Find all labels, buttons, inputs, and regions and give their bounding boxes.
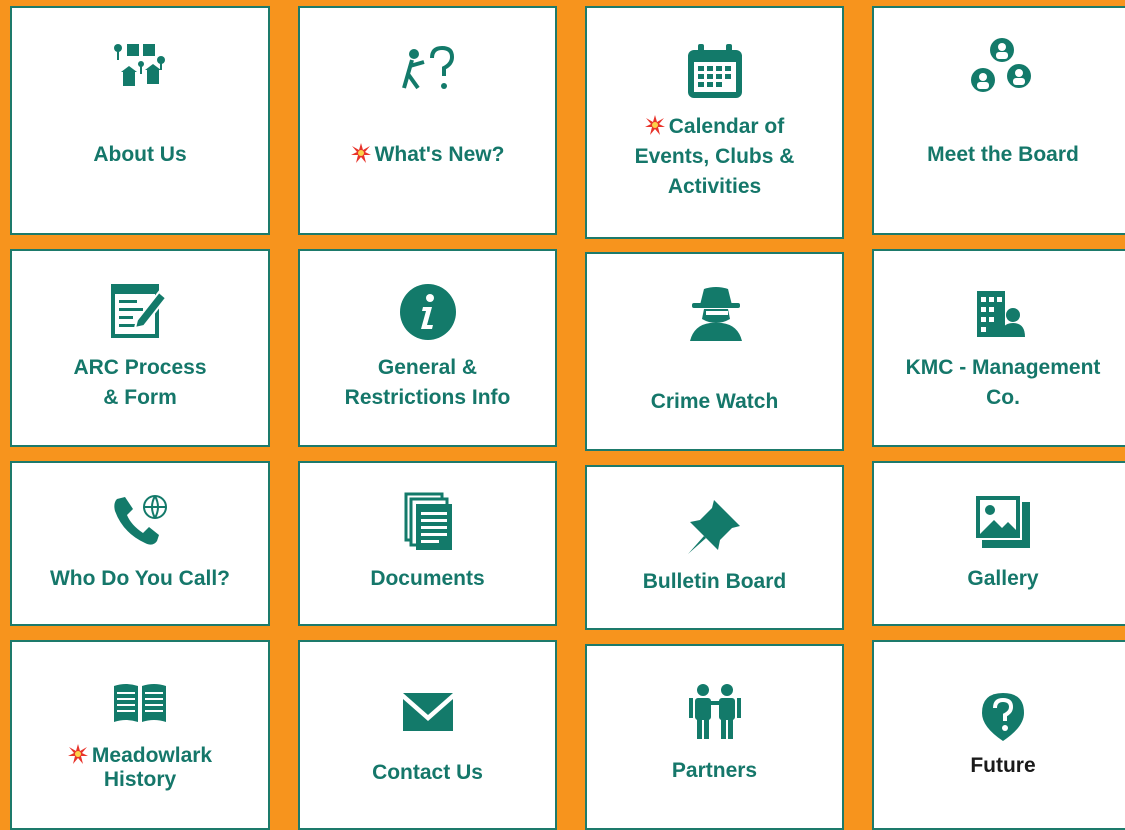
tile-partners[interactable]: Partners xyxy=(585,644,844,830)
tile-label: Who Do You Call? xyxy=(49,567,231,590)
gallery-icon xyxy=(971,491,1033,553)
tile-documents[interactable]: Documents xyxy=(298,461,557,626)
new-burst-icon xyxy=(67,744,88,764)
tile-whats-new[interactable]: What's New? xyxy=(298,6,557,235)
question-figure-icon xyxy=(400,41,456,97)
new-burst-icon xyxy=(350,143,371,163)
tile-bulletin-board[interactable]: Bulletin Board xyxy=(585,465,844,630)
tile-meadowlark-history[interactable]: Meadowlark History xyxy=(10,640,270,830)
tile-crime-watch[interactable]: Crime Watch xyxy=(585,252,844,451)
tile-label: General & Restrictions Info xyxy=(344,356,511,409)
tile-who-do-you-call[interactable]: Who Do You Call? xyxy=(10,461,270,626)
tile-label: Documents xyxy=(370,567,485,590)
tile-label: Calendar of Events, Clubs & Activities xyxy=(634,115,795,198)
tile-label: What's New? xyxy=(300,140,555,170)
tile-label: Contact Us xyxy=(372,761,483,784)
partners-icon xyxy=(685,682,745,740)
board-people-icon xyxy=(971,36,1033,98)
phone-globe-icon xyxy=(110,493,170,549)
tile-label: Partners xyxy=(671,759,758,782)
neighborhood-houses-icon xyxy=(111,38,171,98)
documents-icon xyxy=(400,491,456,553)
tile-label: About Us xyxy=(93,143,187,166)
envelope-icon xyxy=(402,692,454,732)
open-book-icon xyxy=(112,682,168,726)
tile-label: ARC Process & Form xyxy=(73,356,207,409)
tile-general-restrictions[interactable]: General & Restrictions Info xyxy=(298,249,557,447)
tile-contact-us[interactable]: Contact Us xyxy=(298,640,557,830)
detective-icon xyxy=(685,282,747,344)
info-icon xyxy=(397,281,459,343)
new-burst-icon xyxy=(644,115,665,135)
tile-calendar[interactable]: Calendar of Events, Clubs & Activities xyxy=(585,6,844,239)
tile-arc-process[interactable]: ARC Process & Form xyxy=(10,249,270,447)
tile-label: Meadowlark History xyxy=(12,744,268,792)
tile-label: KMC - Management Co. xyxy=(905,356,1101,409)
tile-label: Gallery xyxy=(967,567,1039,590)
question-bubble-icon xyxy=(978,690,1028,744)
pushpin-icon xyxy=(683,495,745,557)
tile-about-us[interactable]: About Us xyxy=(10,6,270,235)
tile-gallery[interactable]: Gallery xyxy=(872,461,1125,626)
tile-label: Meet the Board xyxy=(927,143,1079,166)
calendar-icon xyxy=(685,40,745,102)
building-person-icon xyxy=(971,281,1031,341)
form-pencil-icon xyxy=(108,279,170,341)
tile-kmc-management[interactable]: KMC - Management Co. xyxy=(872,249,1125,447)
tile-future[interactable]: Future xyxy=(872,640,1125,830)
tile-label: Bulletin Board xyxy=(642,570,787,593)
tile-label: Crime Watch xyxy=(650,390,779,413)
tile-meet-the-board[interactable]: Meet the Board xyxy=(872,6,1125,235)
tile-label: Future xyxy=(970,754,1036,777)
